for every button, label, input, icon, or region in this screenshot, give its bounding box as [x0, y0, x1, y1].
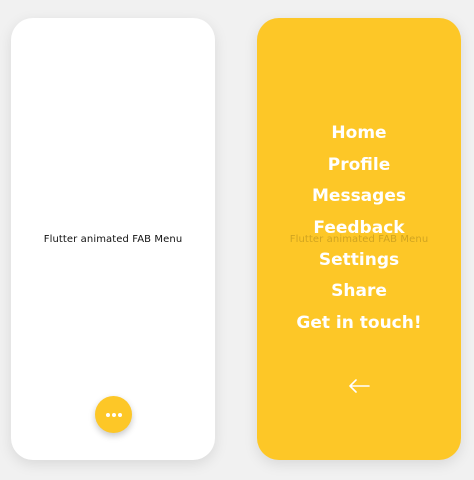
open-menu-screen: Flutter animated FAB Menu Home Profile M… — [257, 18, 461, 460]
menu-item-messages[interactable]: Messages — [257, 181, 461, 213]
screen-title: Flutter animated FAB Menu — [43, 234, 183, 245]
menu-item-profile[interactable]: Profile — [257, 150, 461, 182]
menu-item-share[interactable]: Share — [257, 276, 461, 308]
arrow-left-icon[interactable] — [347, 376, 371, 396]
app-showcase: Flutter animated FAB Menu Flutter animat… — [0, 0, 474, 480]
menu-item-settings[interactable]: Settings — [257, 245, 461, 277]
fab-menu: Home Profile Messages Feedback Settings … — [257, 118, 461, 340]
closed-menu-screen: Flutter animated FAB Menu — [11, 18, 215, 460]
more-horizontal-icon — [105, 412, 122, 417]
menu-item-feedback[interactable]: Feedback — [257, 213, 461, 245]
menu-item-home[interactable]: Home — [257, 118, 461, 150]
fab-menu-button[interactable] — [95, 396, 132, 433]
menu-item-get-in-touch[interactable]: Get in touch! — [257, 308, 461, 340]
